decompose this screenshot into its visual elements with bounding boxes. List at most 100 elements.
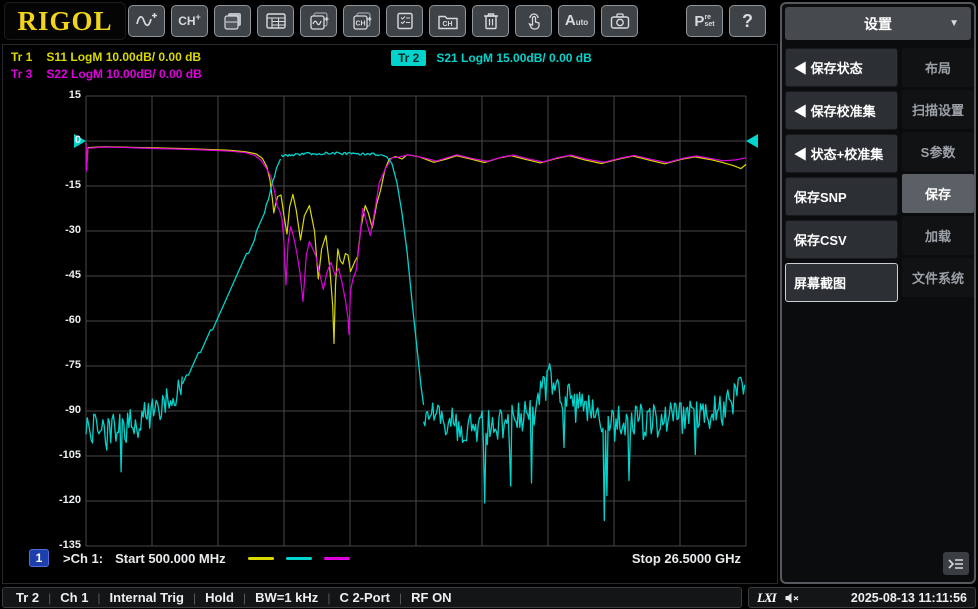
add-channel-button[interactable]: CH+ — [171, 5, 208, 37]
touch-mode-button[interactable] — [515, 5, 552, 37]
y-label-1: 0 — [74, 134, 81, 146]
panel-tab-2[interactable]: S参数 — [902, 132, 974, 171]
svg-text:CH: CH — [355, 21, 365, 28]
y-label-4: -45 — [65, 269, 81, 281]
toolbar-buttons: CH+ CH CH Auto P re set ? — [128, 5, 766, 37]
svg-text:CH: CH — [442, 21, 452, 28]
maximize-trace-button[interactable] — [300, 5, 337, 37]
stop-frequency: Stop 26.5000 GHz — [631, 551, 741, 566]
panel-tab-3[interactable]: 保存 — [902, 174, 974, 213]
panel-collapse-button[interactable] — [943, 552, 969, 575]
chart-area: Tr 1 S11 LogM 10.00dB/ 0.00 dB Tr 3 S22 … — [2, 44, 778, 584]
y-label-2: -15 — [65, 179, 81, 191]
trace1-desc: S11 LogM 10.00dB/ 0.00 dB — [46, 50, 202, 64]
logo-box: RIGOL — [4, 2, 126, 40]
y-label-8: -105 — [58, 449, 81, 461]
preset-label: P — [694, 12, 705, 30]
help-button[interactable]: ? — [729, 5, 766, 37]
panel-tab-5[interactable]: 文件系统 — [902, 258, 974, 297]
trace1-swatch — [247, 557, 274, 560]
trace1-legend[interactable]: Tr 1 S11 LogM 10.00dB/ 0.00 dB — [11, 50, 201, 64]
auto-label: Auto — [564, 12, 589, 29]
trace2-desc: S21 LogM 15.00dB/ 0.00 dB — [436, 51, 592, 65]
window-trace-icon — [309, 12, 328, 30]
panel-tab-1[interactable]: 扫描设置 — [902, 90, 974, 129]
trace3-swatch — [323, 557, 350, 560]
camera-icon — [610, 13, 629, 29]
add-trace-button[interactable] — [128, 5, 165, 37]
status-left-pill: Tr 2 | Ch 1 | Internal Trig | Hold | BW=1 kHz | C … — [2, 587, 742, 608]
trace3-id: Tr 3 — [11, 67, 33, 81]
channel-label: >Ch 1: — [63, 551, 104, 566]
toolbar: RIGOL CH+ CH CH Auto P re set ? — [0, 0, 778, 44]
panel-tab-4[interactable]: 加载 — [902, 216, 974, 255]
help-label: ? — [742, 10, 753, 31]
chevron-down-icon: ▼ — [949, 18, 959, 29]
status-separator: | — [242, 590, 247, 605]
status-separator: | — [399, 590, 403, 605]
vna-screen: RIGOL CH+ CH CH Auto P re set ? Tr 1 S11… — [0, 0, 978, 609]
window-channel-icon: CH — [352, 12, 371, 30]
panel-tab-0[interactable]: 布局 — [902, 48, 974, 87]
trace-s21 — [85, 151, 746, 522]
menu-item-3[interactable]: 保存SNP — [785, 177, 898, 216]
channel-indicator[interactable]: 1 — [29, 549, 49, 567]
preset-button[interactable]: P re set — [686, 5, 723, 37]
auto-scale-button[interactable]: Auto — [558, 5, 595, 37]
status-item-3: Hold — [205, 590, 234, 605]
delete-button[interactable] — [472, 5, 509, 37]
status-item-5: C 2-Port — [339, 590, 390, 605]
status-separator: | — [327, 590, 331, 605]
clipboard-icon — [396, 12, 413, 30]
plot-grid — [85, 95, 747, 547]
trace3-desc: S22 LogM 10.00dB/ 0.00 dB — [46, 67, 202, 81]
window-layout-button[interactable] — [214, 5, 251, 37]
y-label-3: -30 — [65, 224, 81, 236]
status-item-6: RF ON — [411, 590, 452, 605]
status-item-0: Tr 2 — [16, 590, 40, 605]
status-right-pill: LXI 2025-08-13 11:11:56 — [748, 587, 976, 608]
y-label-9: -120 — [58, 494, 81, 506]
trace3-legend[interactable]: Tr 3 S22 LogM 10.00dB/ 0.00 dB — [11, 67, 202, 81]
reference-marker-right[interactable] — [746, 134, 758, 148]
file-channel-button[interactable]: CH — [429, 5, 466, 37]
measurement-table-button[interactable] — [257, 5, 294, 37]
panel-title-dropdown[interactable]: 设置 ▼ — [785, 7, 971, 40]
trace2-swatch — [285, 557, 312, 560]
menu-item-2[interactable]: ◀ 状态+校准集 — [785, 134, 898, 173]
trash-icon — [483, 13, 498, 30]
window-stack-icon — [223, 13, 241, 30]
touch-icon — [527, 13, 540, 30]
menu-item-4[interactable]: 保存CSV — [785, 220, 898, 259]
status-item-4: BW=1 kHz — [255, 590, 319, 605]
save-menu: ◀ 保存状态 ◀ 保存校准集 ◀ 状态+校准集 保存SNP 保存CSV 屏幕截图 — [785, 48, 898, 306]
trace-list-button[interactable] — [386, 5, 423, 37]
trace1-id: Tr 1 — [11, 50, 33, 64]
lxi-indicator: LXI — [757, 589, 777, 605]
screenshot-button[interactable] — [601, 5, 638, 37]
maximize-channel-button[interactable]: CH — [343, 5, 380, 37]
trace-add-icon — [135, 13, 157, 27]
panel-tabs: 布局 扫描设置 S参数 保存 加载 文件系统 — [902, 48, 974, 300]
y-label-0: 15 — [68, 89, 81, 101]
y-label-6: -75 — [65, 359, 81, 371]
status-bar: Tr 2 | Ch 1 | Internal Trig | Hold | BW=1 kHz | C … — [0, 586, 978, 609]
y-label-5: -60 — [65, 314, 81, 326]
sweep-range: >Ch 1: Start 500.000 MHz — [63, 551, 350, 566]
rigol-logo: RIGOL — [17, 5, 113, 36]
status-separator: | — [48, 590, 52, 605]
add-channel-label: CH+ — [178, 12, 201, 29]
menu-item-0[interactable]: ◀ 保存状态 — [785, 48, 898, 87]
status-item-1: Ch 1 — [60, 590, 89, 605]
menu-collapse-icon — [948, 558, 963, 569]
speaker-muted-icon — [785, 592, 799, 603]
menu-item-5[interactable]: 屏幕截图 — [785, 263, 898, 302]
sparam-plot — [74, 95, 758, 547]
start-frequency: Start 500.000 MHz — [115, 551, 226, 566]
folder-channel-icon: CH — [437, 15, 458, 30]
menu-item-1[interactable]: ◀ 保存校准集 — [785, 91, 898, 130]
table-icon — [265, 13, 286, 29]
trace2-legend[interactable]: Tr 2 S21 LogM 15.00dB/ 0.00 dB — [391, 50, 592, 66]
settings-panel: 设置 ▼ ◀ 保存状态 ◀ 保存校准集 ◀ 状态+校准集 保存SNP 保存CSV 屏幕截图… — [780, 2, 976, 584]
